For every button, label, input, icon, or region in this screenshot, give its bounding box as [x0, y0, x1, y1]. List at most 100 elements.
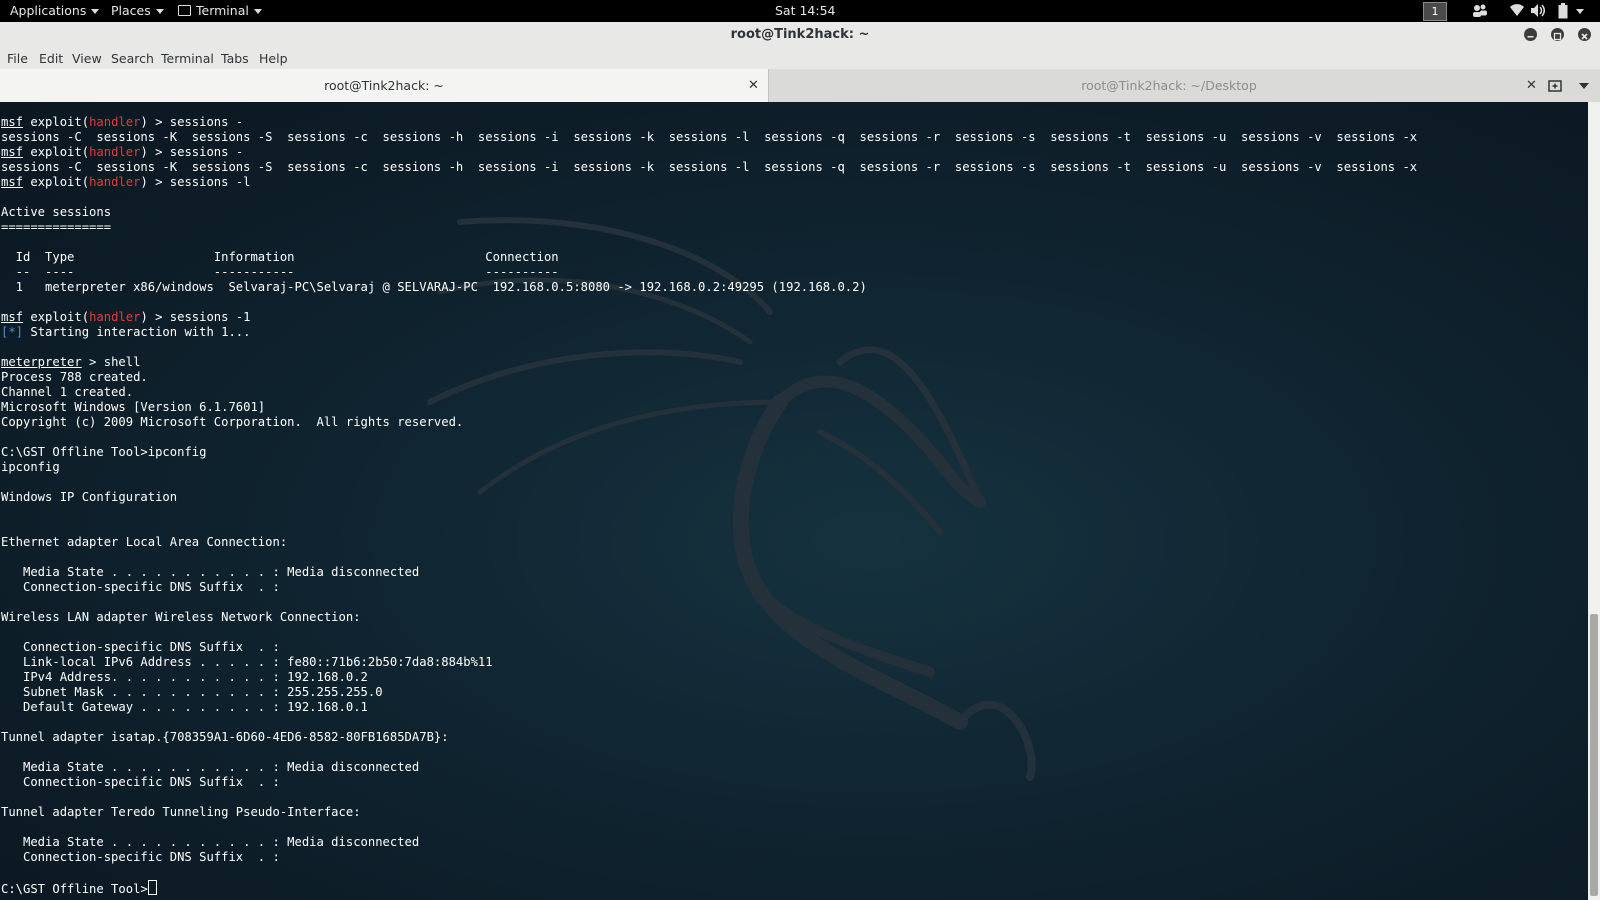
terminal-text: msf — [1, 175, 24, 189]
terminal-view[interactable]: msf exploit(handler) > sessions - session… — [0, 102, 1588, 900]
terminal-text: Microsoft Windows [Version 6.1.7601] — [1, 400, 266, 414]
minimize-icon — [1527, 36, 1534, 38]
scrollbar-thumb[interactable] — [1590, 614, 1598, 896]
clock[interactable]: Sat 14:54 — [775, 0, 836, 22]
terminal-text: Tunnel adapter isatap.{708359A1-6D60-4ED… — [1, 730, 449, 744]
terminal-line: =============== — [1, 220, 1417, 235]
terminal-text: msf — [1, 115, 24, 129]
terminal-scrollbar[interactable] — [1588, 102, 1600, 900]
workspace-indicator[interactable]: 1 — [1423, 2, 1447, 21]
terminal-line: 1 meterpreter x86/windows Selvaraj-PC\Se… — [1, 280, 1417, 295]
terminal-line: Ethernet adapter Local Area Connection: — [1, 535, 1417, 550]
terminal-text: msf — [1, 310, 24, 324]
menu-search[interactable]: Search — [111, 47, 154, 71]
terminal-text: exploit( — [23, 145, 90, 159]
close-icon — [1581, 33, 1588, 40]
terminal-line: sessions -C sessions -K sessions -S sess… — [1, 160, 1417, 175]
terminal-text: > shell — [81, 355, 141, 369]
terminal-text: exploit( — [23, 310, 90, 324]
terminal-line: sessions -C sessions -K sessions -S sess… — [1, 130, 1417, 145]
terminal-line: Connection-specific DNS Suffix . : — [1, 775, 1417, 790]
menu-terminal[interactable]: Terminal — [161, 47, 214, 71]
chevron-down-icon — [253, 9, 262, 14]
terminal-text: Connection-specific DNS Suffix . : — [1, 775, 280, 789]
terminal-line: Channel 1 created. — [1, 385, 1417, 400]
menu-edit[interactable]: Edit — [39, 47, 63, 71]
window-titlebar[interactable]: root@Tink2hack: ~ — [0, 22, 1600, 48]
terminal-text: Media State . . . . . . . . . . . : Medi… — [1, 565, 420, 579]
battery-icon[interactable] — [1558, 3, 1568, 19]
terminal-line: Microsoft Windows [Version 6.1.7601] — [1, 400, 1417, 415]
terminal-text: Id Type Information Connection — [1, 250, 559, 264]
close-tab-icon[interactable]: ✕ — [748, 69, 759, 102]
terminal-cursor — [147, 880, 157, 895]
terminal-app-label: Terminal — [196, 3, 249, 18]
tab-desktop[interactable]: root@Tink2hack: ~/Desktop ✕ — [769, 69, 1569, 102]
terminal-line: Process 788 created. — [1, 370, 1417, 385]
terminal-text: ) > sessions -l — [140, 175, 251, 189]
terminal-text: handler — [89, 175, 141, 189]
terminal-text: Connection-specific DNS Suffix . : — [1, 580, 280, 594]
tab-bar: root@Tink2hack: ~ ✕ root@Tink2hack: ~/De… — [0, 69, 1600, 103]
terminal-line: Default Gateway . . . . . . . . . : 192.… — [1, 700, 1417, 715]
terminal-line: msf exploit(handler) > sessions - — [1, 115, 1417, 130]
menu-view[interactable]: View — [72, 47, 102, 71]
volume-icon[interactable] — [1530, 3, 1546, 18]
terminal-line: ipconfig — [1, 460, 1417, 475]
terminal-text: exploit( — [23, 115, 90, 129]
terminal-line: Tunnel adapter isatap.{708359A1-6D60-4ED… — [1, 730, 1417, 745]
maximize-button[interactable] — [1551, 28, 1564, 41]
new-tab-icon[interactable] — [1548, 79, 1562, 92]
terminal-line: meterpreter > shell — [1, 355, 1417, 370]
places-menu[interactable]: Places — [111, 0, 164, 22]
menu-tabs[interactable]: Tabs — [221, 47, 249, 71]
terminal-text: Windows IP Configuration — [1, 490, 178, 504]
tab-label: root@Tink2hack: ~ — [324, 78, 444, 93]
terminal-text: C:\GST Offline Tool> — [1, 882, 148, 896]
terminal-text: handler — [89, 310, 141, 324]
terminal-app-menu[interactable]: Terminal — [178, 0, 262, 22]
wifi-icon[interactable] — [1509, 3, 1525, 18]
terminal-line: -- ---- ----------- ---------- — [1, 265, 1417, 280]
terminal-text: ) > sessions - — [140, 145, 244, 159]
terminal-text: Media State . . . . . . . . . . . : Medi… — [1, 760, 420, 774]
terminal-line: Windows IP Configuration — [1, 490, 1417, 505]
minimize-button[interactable] — [1524, 28, 1537, 41]
tab-home[interactable]: root@Tink2hack: ~ ✕ — [0, 69, 769, 102]
terminal-text: -- ---- ----------- ---------- — [1, 265, 559, 279]
terminal-line: Tunnel adapter Teredo Tunneling Pseudo-I… — [1, 805, 1417, 820]
terminal-line: Link-local IPv6 Address . . . . . : fe80… — [1, 655, 1417, 670]
people-icon[interactable] — [1471, 3, 1489, 19]
tab-label: root@Tink2hack: ~/Desktop — [1081, 78, 1257, 93]
terminal-line: msf exploit(handler) > sessions - — [1, 145, 1417, 160]
terminal-icon — [178, 5, 191, 16]
tabs-menu-chevron-icon[interactable] — [1579, 83, 1589, 89]
terminal-line: msf exploit(handler) > sessions -1 — [1, 310, 1417, 325]
close-window-button[interactable] — [1578, 28, 1591, 41]
terminal-text: =============== — [1, 220, 112, 234]
terminal-text: Link-local IPv6 Address . . . . . : fe80… — [1, 655, 493, 669]
system-menu-chevron-icon[interactable] — [1576, 9, 1584, 14]
close-tab-icon[interactable]: ✕ — [1526, 69, 1537, 102]
terminal-text: Active sessions — [1, 205, 112, 219]
terminal-text: Subnet Mask . . . . . . . . . . . : 255.… — [1, 685, 383, 699]
menubar: File Edit View Search Terminal Tabs Help — [0, 47, 1600, 69]
terminal-text: Starting interaction with 1... — [23, 325, 251, 339]
applications-menu[interactable]: Applications — [10, 0, 100, 22]
applications-label: Applications — [10, 3, 87, 18]
menu-help[interactable]: Help — [259, 47, 288, 71]
menu-file[interactable]: File — [7, 47, 28, 71]
terminal-text: msf — [1, 145, 24, 159]
